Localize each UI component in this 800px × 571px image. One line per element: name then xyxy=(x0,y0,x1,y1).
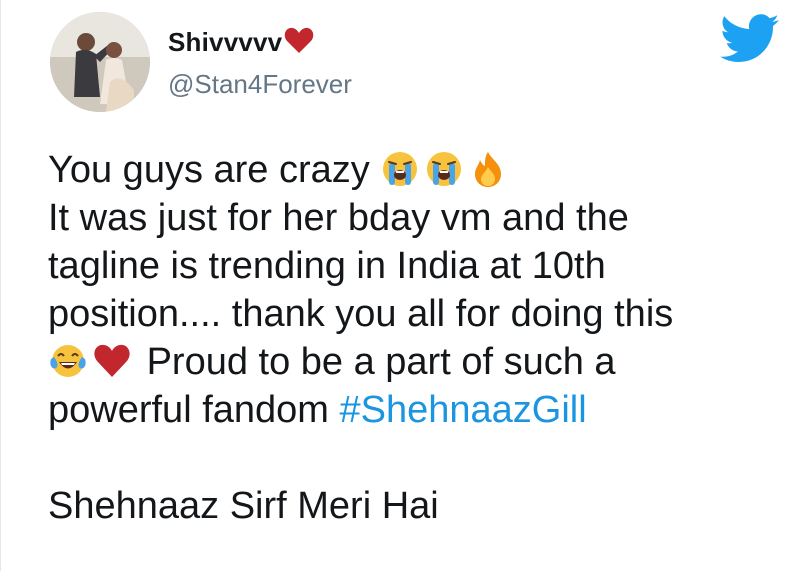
hashtag-link[interactable]: #ShehnaazGill xyxy=(340,389,587,431)
tweet-line-8: Shehnaaz Sirf Meri Hai xyxy=(48,485,439,527)
tweet-line-3: tagline is trending in India at 10th xyxy=(48,245,606,287)
card-left-border xyxy=(0,0,1,571)
display-name-text: Shivvvvv xyxy=(168,27,283,57)
user-handle[interactable]: @Stan4Forever xyxy=(168,69,352,100)
tweet-line-1-text: You guys are crazy xyxy=(48,149,370,191)
tweet-line-2: It was just for her bday vm and the xyxy=(48,197,629,239)
tweet-line-4: position.... thank you all for doing thi… xyxy=(48,293,674,335)
fire-icon xyxy=(468,149,508,189)
heart-icon xyxy=(92,341,132,381)
tweet-line-1: You guys are crazy xyxy=(48,146,788,194)
tweet-text: You guys are crazy It was just for her b… xyxy=(48,146,788,530)
loudly-crying-face-icon xyxy=(380,149,420,189)
heart-icon xyxy=(284,27,314,61)
avatar[interactable] xyxy=(50,12,150,112)
tweet-line-6-text: powerful fandom xyxy=(48,389,340,431)
tweet-line-5-text: Proud to be a part of such a xyxy=(146,341,616,383)
avatar-photo xyxy=(50,12,150,112)
twitter-bird-icon[interactable] xyxy=(720,14,780,64)
tweet-line-5: Proud to be a part of such a xyxy=(48,338,788,386)
loudly-crying-face-icon xyxy=(424,149,464,189)
face-with-tears-of-joy-icon xyxy=(48,341,88,381)
tweet-line-6: powerful fandom #ShehnaazGill xyxy=(48,386,788,434)
display-name[interactable]: Shivvvvv xyxy=(168,27,314,61)
